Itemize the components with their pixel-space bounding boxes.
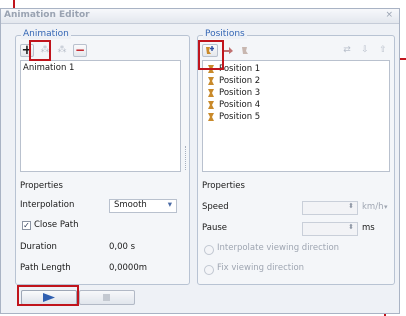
fix-viewing-label: Fix viewing direction — [217, 263, 305, 273]
interpolation-label: Interpolation — [20, 200, 75, 210]
path-length-label: Path Length — [20, 263, 71, 273]
title-bar: Animation Editor × — [1, 9, 399, 24]
close-icon[interactable]: × — [385, 10, 393, 20]
position-list-item[interactable]: Position 1 — [207, 64, 367, 75]
stop-button[interactable] — [79, 290, 135, 305]
pause-input[interactable]: ⬍ — [302, 222, 358, 236]
position-list-item[interactable]: Position 3 — [207, 88, 367, 99]
callout-box-add-animation — [29, 40, 51, 61]
position-list-item[interactable]: Position 4 — [207, 100, 367, 111]
position-pin-icon — [208, 113, 214, 121]
position-pin-icon — [208, 89, 214, 97]
chevron-down-icon: ▾ — [167, 200, 172, 210]
positions-list[interactable]: Position 1 Position 2 Position 3 Positio… — [202, 60, 390, 172]
interpolate-viewing-label: Interpolate viewing direction — [217, 243, 340, 253]
remove-position-button[interactable] — [238, 44, 252, 57]
interpolate-viewing-radio[interactable] — [204, 245, 214, 255]
pause-unit: ms — [362, 223, 375, 233]
speed-input[interactable]: ⬍ — [302, 201, 358, 215]
arrow-up-icon: ⇧ — [379, 45, 387, 55]
nodes-alt-icon: ⁂ — [57, 45, 67, 55]
animation-group-label: Animation — [21, 29, 71, 39]
minus-icon: − — [74, 43, 86, 57]
duration-label: Duration — [20, 242, 57, 252]
position-list-item[interactable]: Position 2 — [207, 76, 367, 87]
animation-tool-3-button[interactable]: ⁂ — [55, 44, 69, 57]
fix-viewing-radio[interactable] — [204, 265, 214, 275]
position-label: Position 1 — [219, 64, 261, 74]
positions-properties-label: Properties — [202, 181, 245, 191]
pause-label: Pause — [202, 223, 227, 233]
pin-remove-icon — [242, 47, 248, 54]
position-pin-icon — [208, 77, 214, 85]
window-title: Animation Editor — [4, 10, 90, 20]
position-tool-right-1-button[interactable]: ⇄ — [340, 44, 354, 57]
move-down-button[interactable]: ⇩ — [358, 44, 372, 57]
stop-icon — [103, 294, 110, 301]
positions-group: Positions ⇄ ⇩ ⇧ Position 1 Position 2 Po… — [197, 29, 395, 285]
interpolation-select[interactable]: Smooth ▾ — [109, 199, 177, 213]
position-list-item[interactable]: Position 5 — [207, 112, 367, 123]
move-up-button[interactable]: ⇧ — [376, 44, 390, 57]
position-label: Position 2 — [219, 76, 261, 86]
speed-unit-chevron-icon[interactable]: ▾ — [384, 202, 388, 213]
position-label: Position 4 — [219, 100, 261, 110]
callout-box-add-position — [198, 40, 224, 70]
remove-animation-button[interactable]: − — [73, 44, 87, 57]
position-label: Position 5 — [219, 112, 261, 122]
close-path-label: Close Path — [34, 220, 79, 230]
speed-label: Speed — [202, 202, 229, 212]
link-icon: ⇄ — [343, 45, 351, 55]
animation-properties-label: Properties — [20, 181, 63, 191]
callout-box-play — [17, 285, 79, 306]
animation-group: Animation + ⁂ ⁂ − Animation 1 Properties… — [15, 29, 190, 285]
splitter-grip[interactable] — [185, 146, 188, 170]
path-length-value: 0,0000m — [109, 263, 148, 273]
speed-unit: km/h — [362, 202, 384, 212]
close-path-checkbox[interactable]: ✓ — [22, 221, 31, 230]
animation-list-item[interactable]: Animation 1 — [23, 63, 74, 74]
arrow-down-icon: ⇩ — [361, 45, 369, 55]
animation-list[interactable]: Animation 1 — [20, 60, 181, 172]
spinner-icon: ⬍ — [348, 223, 354, 231]
spinner-icon: ⬍ — [348, 202, 354, 210]
interpolation-value: Smooth — [114, 200, 147, 210]
position-pin-icon — [208, 101, 214, 109]
position-label: Position 3 — [219, 88, 261, 98]
duration-value: 0,00 s — [109, 242, 136, 252]
positions-group-label: Positions — [203, 29, 247, 39]
